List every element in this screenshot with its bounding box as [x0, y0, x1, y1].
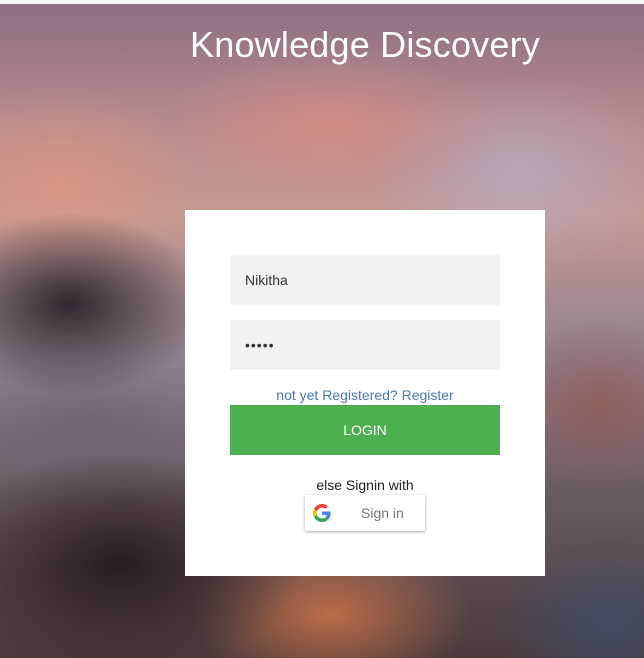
login-card: not yet Registered? Register LOGIN else …	[185, 210, 545, 576]
page-title: Knowledge Discovery	[190, 24, 540, 65]
google-icon	[313, 504, 331, 522]
login-button[interactable]: LOGIN	[230, 405, 500, 455]
alternate-signin-text: else Signin with	[316, 477, 414, 493]
password-input[interactable]	[230, 320, 500, 370]
google-signin-label: Sign in	[361, 505, 404, 521]
register-link[interactable]: not yet Registered? Register	[185, 387, 545, 403]
google-signin-button[interactable]: Sign in	[305, 495, 425, 531]
username-input[interactable]	[230, 255, 500, 305]
